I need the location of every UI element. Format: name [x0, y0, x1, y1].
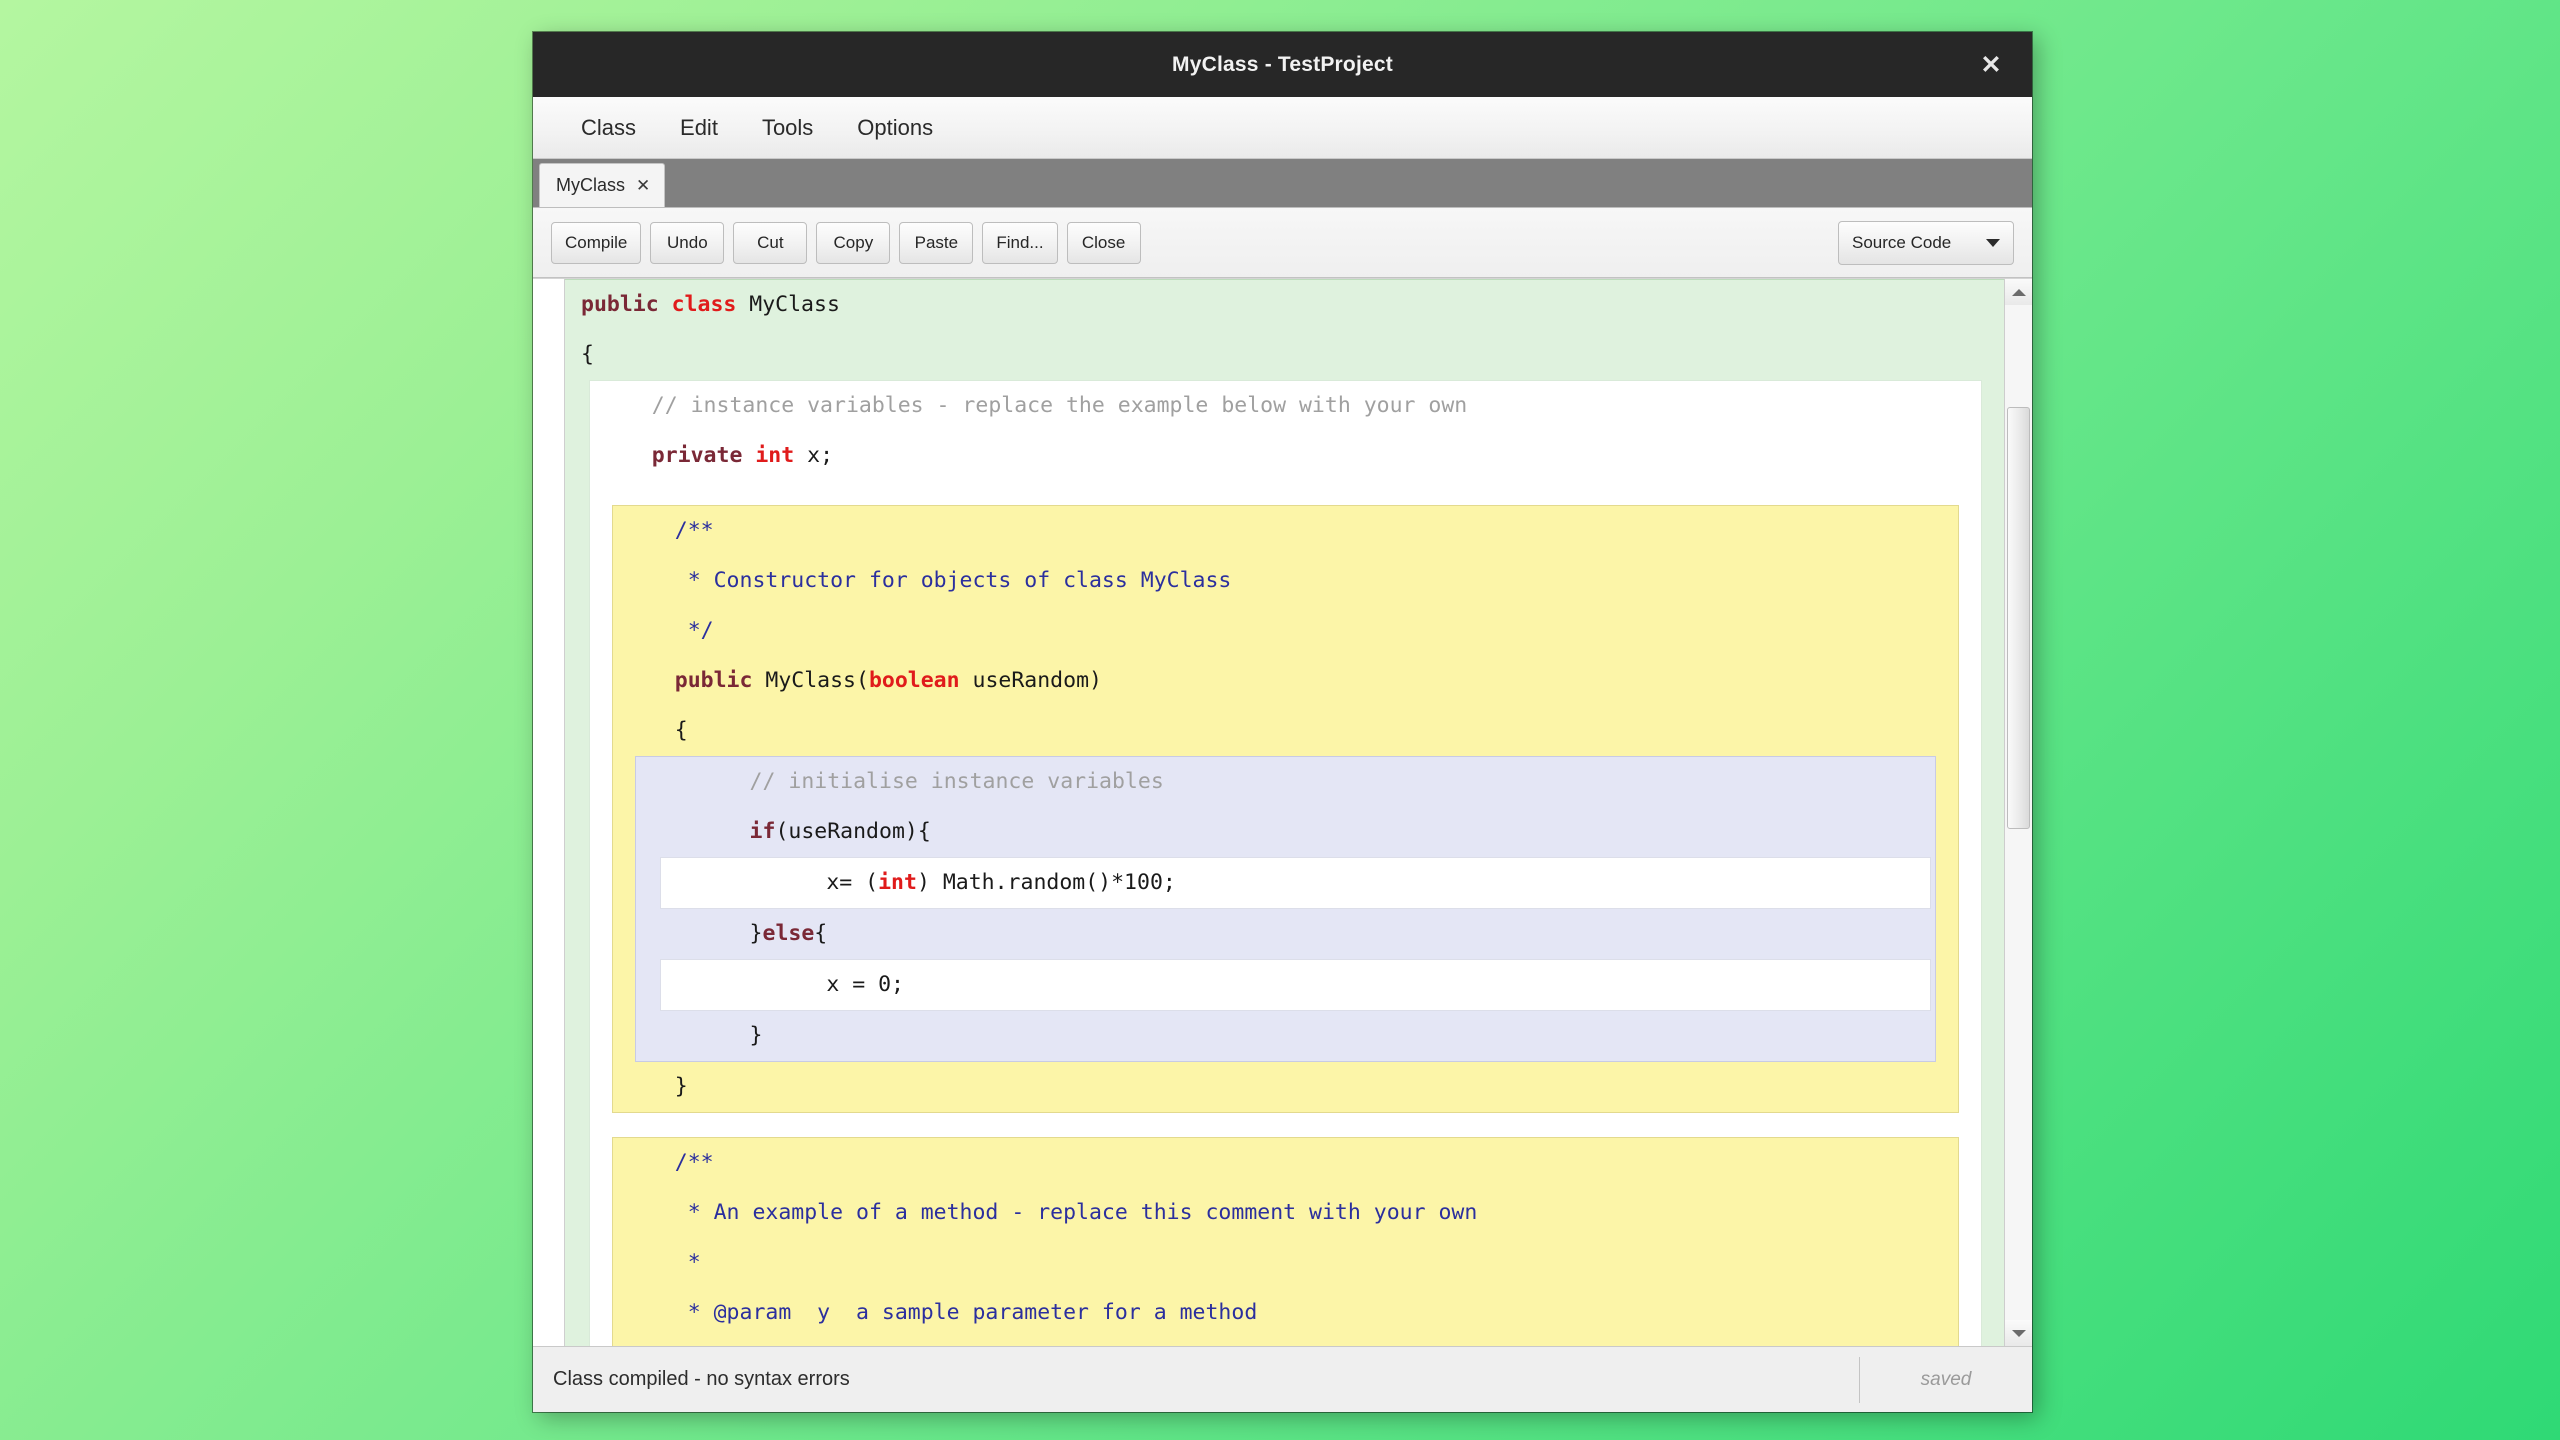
blank-line-1 — [590, 481, 1981, 505]
editor-window: MyClass - TestProject ✕ Class Edit Tools… — [533, 32, 2032, 1412]
samplemethod-scope-block: /** * An example of a method - replace t… — [612, 1137, 1959, 1346]
code-line-5: /** — [623, 518, 714, 543]
paste-button[interactable]: Paste — [899, 221, 974, 264]
saved-indicator: saved — [1920, 1368, 1972, 1390]
token-if: if — [646, 819, 776, 844]
tab-myclass[interactable]: MyClass ✕ — [539, 163, 666, 207]
code-line-1: public class MyClass — [571, 280, 2004, 330]
cut-button[interactable]: Cut — [733, 221, 808, 264]
code-line-20: * @param y a sample parameter for a meth… — [623, 1300, 1258, 1325]
code-line-15: } — [646, 1023, 763, 1048]
token-classname: MyClass — [749, 292, 840, 317]
token-ctorname: MyClass( — [765, 668, 869, 693]
token-int: int — [755, 443, 808, 468]
token-public: public — [581, 292, 672, 317]
class-body-block: // instance variables - replace the exam… — [589, 380, 1982, 1346]
menu-bar: Class Edit Tools Options — [533, 97, 2032, 159]
code-line-3: // instance variables - replace the exam… — [600, 393, 1468, 418]
copy-button[interactable]: Copy — [816, 221, 891, 264]
code-line-10: // initialise instance variables — [646, 769, 1164, 794]
constructor-scope-block: /** * Constructor for objects of class M… — [612, 505, 1959, 1113]
token-private: private — [600, 443, 756, 468]
chevron-down-icon — [2011, 1329, 2026, 1337]
tab-close-icon[interactable]: ✕ — [636, 177, 650, 194]
chevron-up-icon — [2011, 288, 2026, 296]
token-varname: x; — [807, 443, 834, 468]
code-line-21: * @return the sum of x and y — [613, 1338, 1958, 1346]
find-button[interactable]: Find... — [982, 221, 1058, 264]
toolbar: Compile Undo Cut Copy Paste Find... Clos… — [533, 208, 2032, 278]
token-assign-x: x= ( — [671, 870, 879, 895]
code-line-19: * — [623, 1250, 701, 1275]
code-line-18: * An example of a method - replace this … — [623, 1200, 1478, 1225]
scrollbar-thumb[interactable] — [2007, 407, 2030, 829]
code-line-6: * Constructor for objects of class MyCla… — [623, 568, 1232, 593]
editor-gutter — [533, 279, 565, 1346]
code-line-4: private int x; — [590, 431, 1981, 481]
code-line-16: } — [623, 1074, 688, 1099]
blank-line-2 — [590, 1113, 1981, 1137]
code-line-7: */ — [623, 618, 714, 643]
token-openbrace: { — [814, 921, 828, 946]
statement-block-2: x = 0; — [660, 959, 1931, 1011]
code-line-9: { — [623, 718, 688, 743]
scroll-up-button[interactable] — [2005, 279, 2032, 305]
scroll-down-button[interactable] — [2005, 1320, 2032, 1346]
editor-area: public class MyClass { // instance varia… — [533, 278, 2032, 1346]
token-class: class — [671, 292, 750, 317]
token-math-random: ) Math.random()*100; — [916, 870, 1176, 895]
code-line-12: x= (int) Math.random()*100; — [661, 858, 1930, 908]
editor-scrollbar[interactable] — [2004, 279, 2032, 1346]
source-code-text[interactable]: public class MyClass { // instance varia… — [565, 279, 2004, 1346]
menu-item-options[interactable]: Options — [835, 109, 955, 147]
token-cast-int: int — [878, 870, 917, 895]
undo-button[interactable]: Undo — [650, 221, 725, 264]
tab-label: MyClass — [556, 175, 626, 195]
view-mode-label: Source Code — [1852, 232, 1952, 252]
title-bar: MyClass - TestProject ✕ — [533, 32, 2032, 97]
code-line-17: /** — [623, 1150, 714, 1175]
class-scope-block: public class MyClass { // instance varia… — [565, 279, 2004, 1346]
menu-item-tools[interactable]: Tools — [740, 109, 835, 147]
code-line-13: }else{ — [636, 909, 1935, 959]
code-line-8: public MyClass(boolean useRandom) — [613, 656, 1958, 706]
code-line-11: if(useRandom){ — [636, 807, 1935, 857]
code-line-2: { — [581, 342, 594, 367]
token-boolean: boolean — [868, 668, 973, 693]
close-button[interactable]: Close — [1066, 221, 1141, 264]
token-public-ctor: public — [623, 668, 766, 693]
statement-block-1: x= (int) Math.random()*100; — [660, 857, 1931, 909]
menu-item-edit[interactable]: Edit — [658, 109, 740, 147]
if-scope-block: // initialise instance variables if(useR… — [635, 756, 1936, 1062]
chevron-down-icon — [1986, 238, 2000, 247]
token-param-userandom: useRandom) — [972, 668, 1102, 693]
token-closebrace: } — [646, 921, 763, 946]
window-title: MyClass - TestProject — [1172, 52, 1393, 76]
view-mode-select[interactable]: Source Code — [1838, 220, 2014, 265]
token-else: else — [762, 921, 815, 946]
status-message: Class compiled - no syntax errors — [553, 1368, 850, 1390]
code-line-14: x = 0; — [671, 972, 904, 997]
close-icon[interactable]: ✕ — [1964, 32, 2018, 97]
token-if-cond: (useRandom){ — [775, 819, 931, 844]
compile-button[interactable]: Compile — [551, 221, 642, 264]
tab-strip: MyClass ✕ — [533, 159, 2032, 208]
status-bar: Class compiled - no syntax errors saved — [533, 1346, 2032, 1412]
menu-item-class[interactable]: Class — [559, 109, 658, 147]
